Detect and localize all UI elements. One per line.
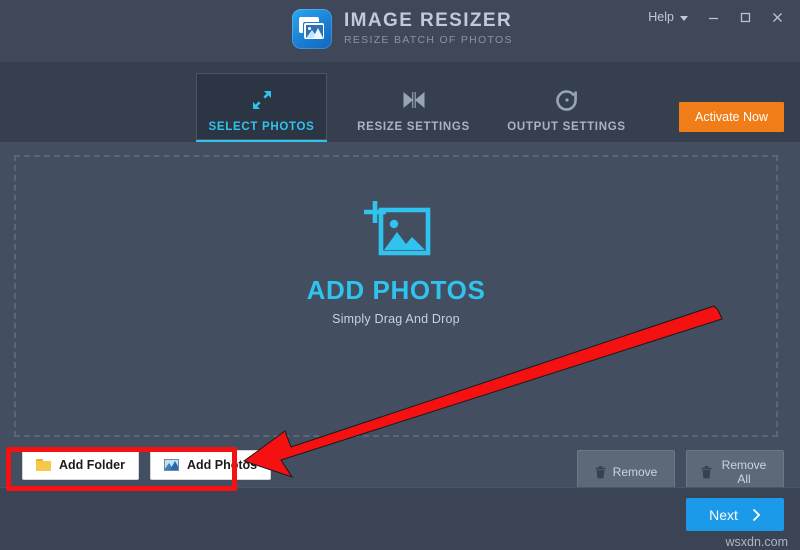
- tab-label: RESIZE SETTINGS: [357, 121, 470, 133]
- drag-drop-hint: Simply Drag And Drop: [332, 312, 460, 326]
- remove-label: Remove: [612, 465, 658, 479]
- chevron-down-icon: [680, 15, 688, 21]
- add-photos-label: Add Photos: [186, 458, 258, 472]
- left-action-buttons: Add Folder Add Photos: [22, 450, 272, 480]
- app-subtitle: RESIZE BATCH OF PHOTOS: [344, 34, 513, 46]
- refresh-circle-icon: [554, 86, 580, 114]
- hourglass-bowtie-icon: [401, 86, 427, 114]
- trash-icon: [595, 465, 606, 478]
- title-bar: IMAGE RESIZER RESIZE BATCH OF PHOTOS Hel…: [0, 0, 800, 62]
- add-folder-button[interactable]: Add Folder: [22, 450, 139, 480]
- tab-label: SELECT PHOTOS: [208, 121, 315, 133]
- image-resizer-app-icon: [292, 9, 332, 49]
- next-button[interactable]: Next: [686, 498, 784, 531]
- activate-now-button[interactable]: Activate Now: [679, 102, 784, 132]
- photo-icon: [163, 459, 179, 471]
- maximize-button[interactable]: [730, 5, 760, 29]
- add-photos-title: ADD PHOTOS: [306, 275, 486, 305]
- close-button[interactable]: [762, 5, 792, 29]
- photo-drop-zone[interactable]: ADD PHOTOS Simply Drag And Drop: [14, 155, 778, 437]
- minimize-icon: [708, 17, 718, 19]
- close-icon: [772, 12, 782, 22]
- add-photos-button[interactable]: Add Photos: [149, 450, 272, 480]
- next-label: Next: [709, 506, 738, 523]
- main-content-panel: ADD PHOTOS Simply Drag And Drop Add Fold…: [0, 142, 800, 494]
- trash-icon: [701, 465, 712, 478]
- footer-bar: Next wsxdn.com: [0, 487, 800, 550]
- help-label: Help: [648, 10, 674, 24]
- resize-arrows-icon: [249, 86, 275, 114]
- maximize-icon: [740, 12, 750, 22]
- add-photo-frame-icon: [361, 199, 431, 261]
- tab-select-photos[interactable]: SELECT PHOTOS: [196, 73, 327, 143]
- tab-output-settings[interactable]: OUTPUT SETTINGS: [501, 73, 632, 140]
- remove-all-label: Remove All: [721, 458, 767, 486]
- window-controls: Help: [640, 4, 792, 30]
- minimize-button[interactable]: [698, 5, 728, 29]
- app-branding: IMAGE RESIZER RESIZE BATCH OF PHOTOS: [292, 8, 513, 50]
- site-watermark: wsxdn.com: [725, 535, 788, 549]
- image-resizer-window: IMAGE RESIZER RESIZE BATCH OF PHOTOS Hel…: [0, 0, 800, 550]
- chevron-right-icon: [752, 508, 761, 521]
- tab-resize-settings[interactable]: RESIZE SETTINGS: [348, 73, 479, 140]
- folder-icon: [36, 459, 51, 471]
- tab-label: OUTPUT SETTINGS: [507, 121, 626, 133]
- add-folder-label: Add Folder: [59, 458, 125, 472]
- help-menu-button[interactable]: Help: [640, 6, 696, 28]
- app-title: IMAGE RESIZER: [344, 10, 513, 31]
